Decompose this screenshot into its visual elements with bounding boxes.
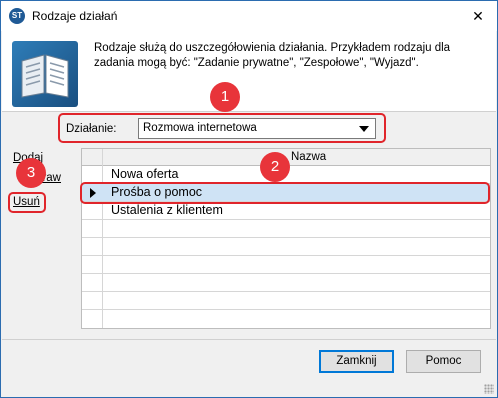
close-button[interactable]: Zamknij [319,350,394,373]
row-name: Ustalenia z klientem [111,203,223,217]
callout-number-2: 2 [260,152,290,182]
resize-grip-icon[interactable] [484,384,494,394]
column-header-name[interactable]: Nazwa [291,151,326,163]
empty-row [82,256,490,274]
dialog-window: ST Rodzaje działań ✕ Rodzaje służą do us… [0,0,498,398]
footer-divider [2,339,496,340]
callout-number-1: 1 [210,82,240,112]
callout-number-3: 3 [16,158,46,188]
empty-row [82,220,490,238]
empty-row [82,274,490,292]
help-button[interactable]: Pomoc [406,350,481,373]
header-panel: Rodzaje służą do uszczegółowienia działa… [2,31,496,111]
title-bar[interactable]: ST Rodzaje działań ✕ [1,1,497,31]
description-text: Rodzaje służą do uszczegółowienia działa… [94,42,451,69]
header-divider [2,111,496,112]
table-row[interactable]: Ustalenia z klientem [82,202,490,220]
callout-box-row [80,182,490,204]
empty-row [82,238,490,256]
row-name: Nowa oferta [111,167,179,181]
empty-row [82,310,490,328]
window-title: Rodzaje działań [32,9,118,23]
close-window-button[interactable]: ✕ [467,5,489,27]
empty-row [82,292,490,310]
app-icon: ST [9,8,25,24]
book-icon [12,41,78,107]
callout-box-dropdown [58,113,386,143]
callout-box-delete [8,192,46,213]
